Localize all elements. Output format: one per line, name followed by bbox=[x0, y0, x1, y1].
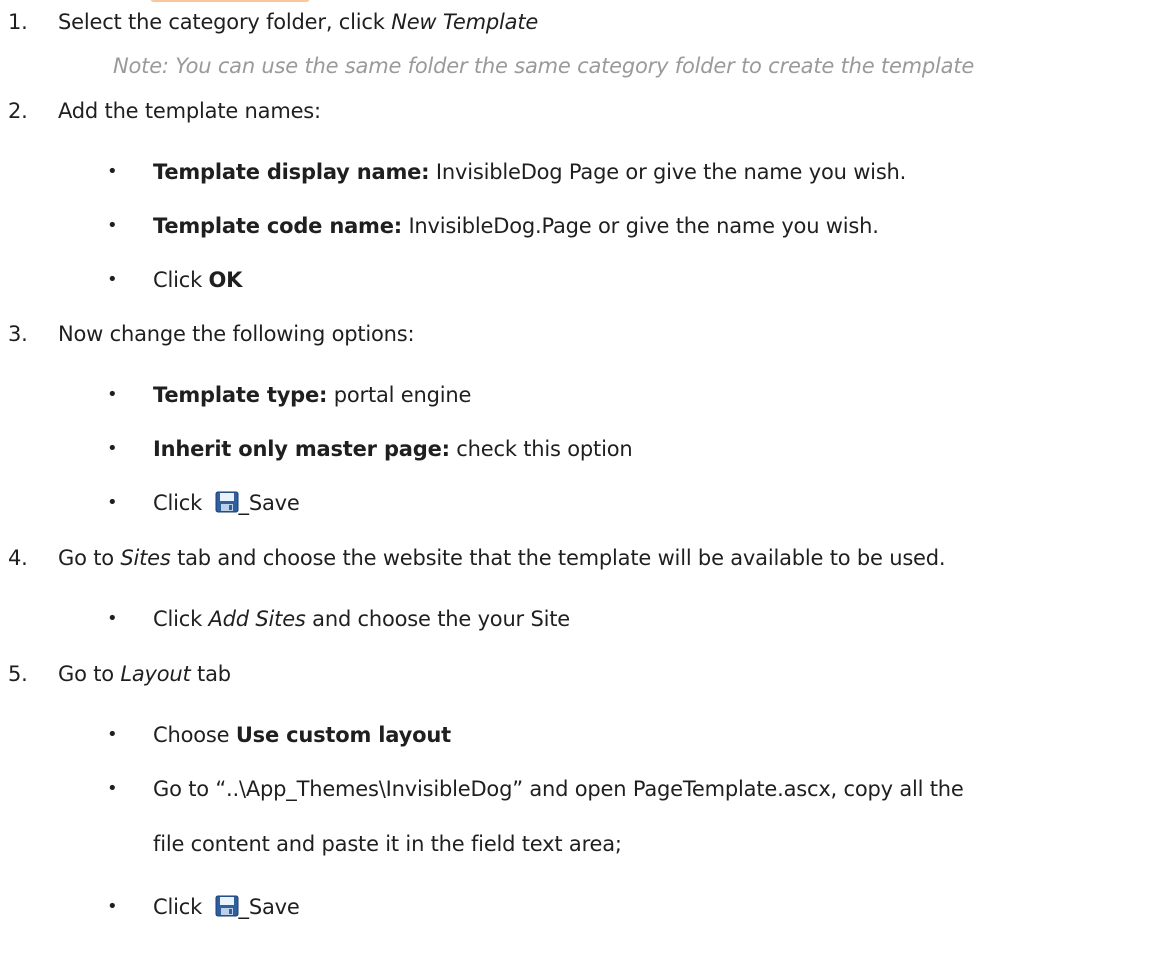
step-2: 2. Add the template names: bbox=[8, 99, 321, 123]
step-1-note: Note: You can use the same folder the sa… bbox=[113, 54, 975, 78]
step-1: 1. Select the category folder, click New… bbox=[8, 10, 539, 34]
header-fragment bbox=[150, 0, 310, 2]
step-5-bullet-app-themes: • Go to “..\App_Themes\InvisibleDog” and… bbox=[107, 777, 964, 801]
step-3-bullet-template-type: • Template type: portal engine bbox=[107, 383, 472, 407]
step-3: 3. Now change the following options: bbox=[8, 322, 415, 346]
step-5: 5. Go to Layout tab bbox=[8, 662, 231, 686]
step-4: 4. Go to Sites tab and choose the websit… bbox=[8, 546, 946, 570]
step-5-bullet-custom-layout: • Choose Use custom layout bbox=[107, 723, 451, 747]
step-2-bullet-ok: • Click OK bbox=[107, 268, 243, 292]
step-3-bullet-inherit: • Inherit only master page: check this o… bbox=[107, 437, 633, 461]
step-5-bullet-save: • Click _Save bbox=[107, 895, 300, 919]
step-4-bullet-add-sites: • Click Add Sites and choose the your Si… bbox=[107, 607, 570, 631]
step-5-bullet-app-themes-cont: file content and paste it in the field t… bbox=[153, 832, 622, 856]
step-2-bullet-code-name: • Template code name: InvisibleDog.Page … bbox=[107, 214, 879, 238]
floppy-disk-icon bbox=[215, 491, 239, 513]
floppy-disk-icon bbox=[215, 895, 239, 917]
step-3-bullet-save: • Click _Save bbox=[107, 491, 300, 515]
step-2-bullet-display-name: • Template display name: InvisibleDog Pa… bbox=[107, 160, 907, 184]
